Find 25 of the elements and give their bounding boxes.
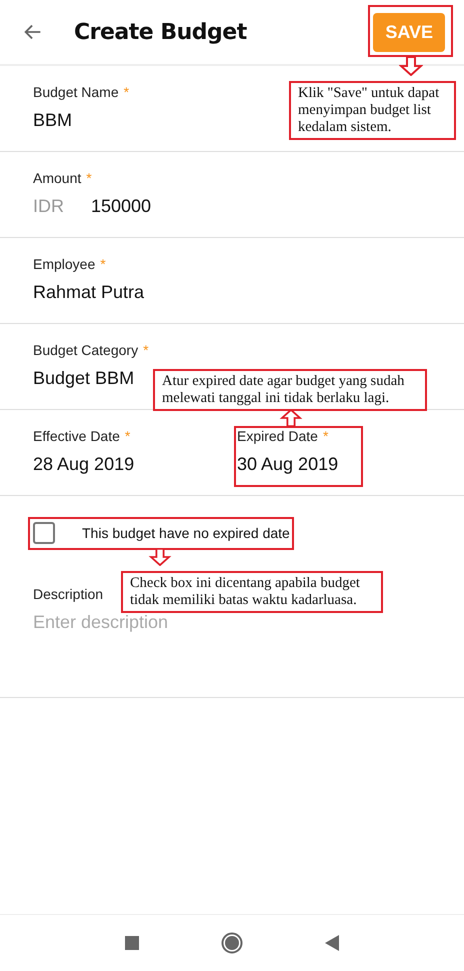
required-mark: * <box>124 428 130 444</box>
callout-note: Klik "Save" untuk dapat menyimpan budget list kedalam sistem. <box>289 81 456 140</box>
field-label: Amount <box>33 170 82 186</box>
required-mark: * <box>143 342 149 358</box>
checkbox-label: This budget have no expired date <box>82 525 290 541</box>
required-mark: * <box>124 84 130 100</box>
date-value[interactable]: 30 Aug 2019 <box>237 454 338 475</box>
date-value[interactable]: 28 Aug 2019 <box>33 454 134 475</box>
page-title: Create Budget <box>74 20 248 44</box>
required-mark: * <box>86 170 92 186</box>
currency-prefix: IDR <box>33 196 64 217</box>
field-label: Description <box>33 586 104 602</box>
required-mark: * <box>100 256 106 272</box>
field-label: Effective Date <box>33 428 120 444</box>
callout-note: Atur expired date agar budget yang sudah melewati tanggal ini tidak berlaku lagi. <box>153 369 427 411</box>
field-value[interactable]: 150000 <box>91 196 152 217</box>
callout-note: Check box ini dicentang apabila budget tidak memiliki batas waktu kadarluasa. <box>121 571 383 613</box>
field-value[interactable]: BBM <box>33 110 72 131</box>
field-label: Employee <box>33 256 96 272</box>
field-value[interactable]: Rahmat Putra <box>33 282 144 303</box>
field-label: Budget Category <box>33 342 138 358</box>
field-value[interactable]: Budget BBM <box>33 368 134 389</box>
field-label: Expired Date <box>237 428 318 444</box>
field-label: Budget Name <box>33 84 119 100</box>
required-mark: * <box>322 428 328 444</box>
